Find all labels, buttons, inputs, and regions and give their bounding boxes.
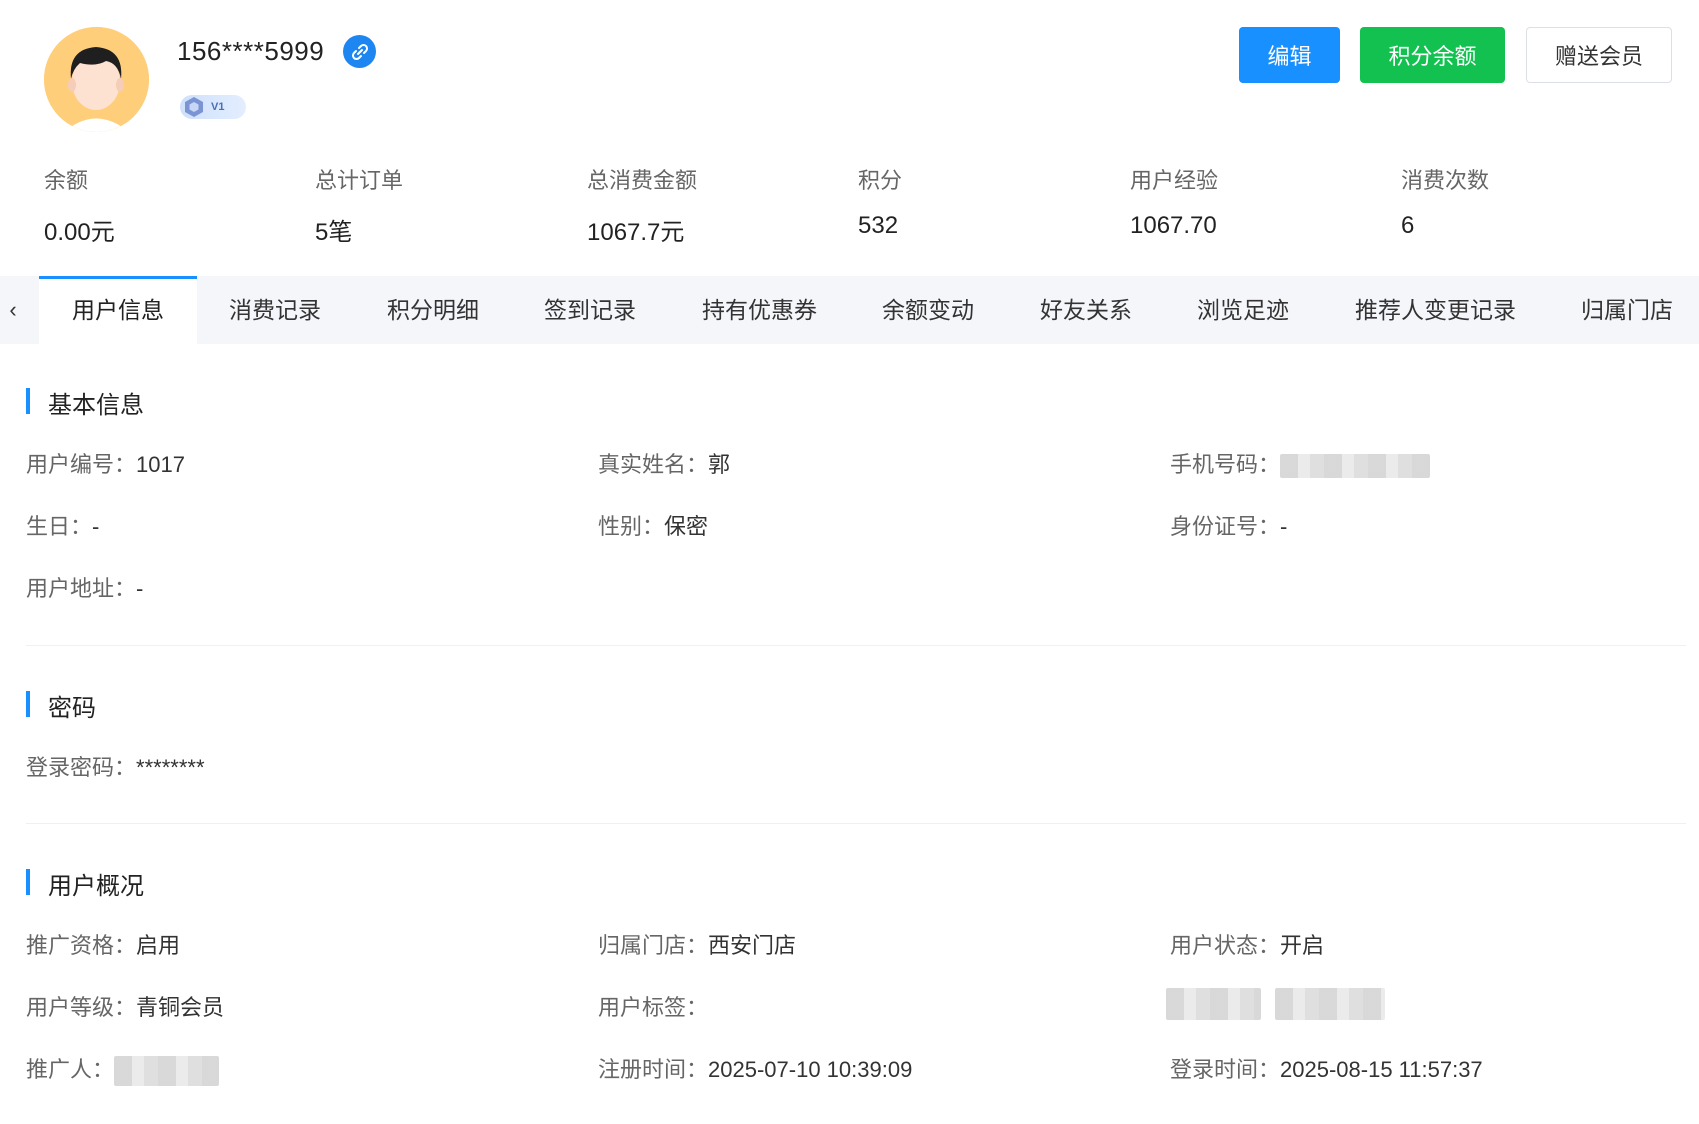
stat-value: 0.00元 (44, 219, 115, 246)
gift-member-button[interactable]: 赠送会员 (1526, 27, 1672, 83)
tab-referrer-changes[interactable]: 推荐人变更记录 (1355, 276, 1516, 344)
stat-experience: 用户经验 1067.70 (1130, 163, 1218, 240)
field-label: 登录密码： (26, 755, 137, 780)
field-label: 归属门店： (598, 933, 709, 958)
field-label: 身份证号： (1170, 514, 1281, 539)
stat-label: 总计订单 (315, 168, 404, 193)
field-label: 注册时间： (598, 1057, 709, 1082)
field-label: 推广资格： (26, 933, 137, 958)
field-value: - (1280, 514, 1288, 539)
tab-friends[interactable]: 好友关系 (1040, 276, 1132, 344)
field-label: 真实姓名： (598, 452, 709, 477)
field-user-id: 用户编号：1017 (26, 447, 185, 479)
field-value: 1017 (136, 452, 185, 477)
field-value: 郭 (708, 452, 731, 477)
stat-label: 总消费金额 (587, 168, 698, 193)
tab-consumption[interactable]: 消费记录 (229, 276, 321, 344)
stat-purchase-count: 消费次数 6 (1401, 163, 1489, 240)
field-login-time: 登录时间：2025-08-15 11:57:37 (1170, 1052, 1483, 1084)
field-user-level: 用户等级：青铜会员 (26, 990, 224, 1022)
field-label: 用户标签： (598, 995, 709, 1020)
field-label: 用户编号： (26, 452, 137, 477)
stat-label: 积分 (858, 168, 903, 193)
stat-total-orders: 总计订单 5笔 (315, 163, 403, 247)
field-label: 性别： (598, 514, 665, 539)
edit-button[interactable]: 编辑 (1239, 27, 1340, 83)
field-label: 登录时间： (1170, 1057, 1281, 1082)
field-value: 保密 (664, 514, 709, 539)
section-title-password: 密码 (26, 688, 96, 723)
section-title-overview: 用户概况 (26, 866, 144, 901)
field-value: 西安门店 (708, 933, 797, 958)
field-id-card: 身份证号：- (1170, 509, 1287, 541)
stat-value: 6 (1401, 212, 1415, 239)
field-value: 2025-08-15 11:57:37 (1280, 1057, 1483, 1082)
tab-checkin[interactable]: 签到记录 (544, 276, 636, 344)
stat-balance: 余额 0.00元 (44, 163, 115, 247)
stat-value: 532 (858, 212, 899, 239)
tab-points-detail[interactable]: 积分明细 (387, 276, 479, 344)
field-label: 用户状态： (1170, 933, 1281, 958)
stat-total-spent: 总消费金额 1067.7元 (587, 163, 697, 247)
field-promoter: 推广人： (26, 1052, 220, 1087)
field-login-password: 登录密码：******** (26, 750, 205, 782)
field-address: 用户地址：- (26, 571, 143, 603)
redacted-promoter (114, 1056, 220, 1087)
username: 156****5999 (177, 36, 325, 66)
field-value: 开启 (1280, 933, 1325, 958)
field-label: 用户地址： (26, 576, 137, 601)
field-value: ******** (136, 755, 205, 780)
section-title-basic-info: 基本信息 (26, 385, 144, 420)
tab-user-info[interactable]: 用户信息 (39, 276, 197, 344)
chevron-left-icon[interactable]: ‹ (0, 276, 26, 344)
redacted-phone (1280, 454, 1431, 479)
redacted-tag (1275, 988, 1386, 1020)
field-value: 启用 (136, 933, 181, 958)
field-phone: 手机号码： (1170, 447, 1431, 479)
tab-balance-change[interactable]: 余额变动 (882, 276, 974, 344)
tab-coupons[interactable]: 持有优惠券 (702, 276, 817, 344)
points-balance-button[interactable]: 积分余额 (1360, 27, 1505, 83)
hexagon-badge-icon (185, 97, 203, 117)
field-label: 手机号码： (1170, 452, 1281, 477)
stat-value: 1067.7元 (587, 219, 685, 246)
field-value: 2025-07-10 10:39:09 (708, 1057, 913, 1082)
level-text: V1 (211, 101, 225, 113)
field-user-tags: 用户标签： (598, 990, 708, 1022)
stat-value: 1067.70 (1130, 212, 1217, 239)
stat-label: 消费次数 (1401, 168, 1490, 193)
field-label: 用户等级： (26, 995, 137, 1020)
field-register-time: 注册时间：2025-07-10 10:39:09 (598, 1052, 912, 1084)
field-value: 青铜会员 (136, 995, 225, 1020)
level-badge: V1 (180, 95, 246, 119)
divider (26, 823, 1686, 824)
field-store: 归属门店：西安门店 (598, 928, 796, 960)
redacted-tag (1166, 988, 1261, 1020)
field-birthday: 生日：- (26, 509, 99, 541)
field-value: - (136, 576, 144, 601)
field-gender: 性别：保密 (598, 509, 708, 541)
avatar (44, 27, 149, 132)
tab-store[interactable]: 归属门店 (1581, 276, 1673, 344)
tab-bar: ‹ 用户信息 消费记录 积分明细 签到记录 持有优惠券 余额变动 好友关系 浏览… (0, 276, 1699, 344)
tab-browse-history[interactable]: 浏览足迹 (1197, 276, 1289, 344)
divider (26, 645, 1686, 646)
stat-label: 余额 (44, 168, 89, 193)
field-label: 推广人： (26, 1057, 115, 1082)
redacted-tags (1166, 988, 1386, 1020)
stat-value: 5笔 (315, 219, 353, 246)
field-promotion: 推广资格：启用 (26, 928, 180, 960)
field-value: - (92, 514, 100, 539)
stat-label: 用户经验 (1130, 168, 1219, 193)
link-icon[interactable] (343, 35, 376, 68)
field-user-status: 用户状态：开启 (1170, 928, 1324, 960)
field-label: 生日： (26, 514, 93, 539)
stat-points: 积分 532 (858, 163, 902, 240)
field-real-name: 真实姓名：郭 (598, 447, 730, 479)
